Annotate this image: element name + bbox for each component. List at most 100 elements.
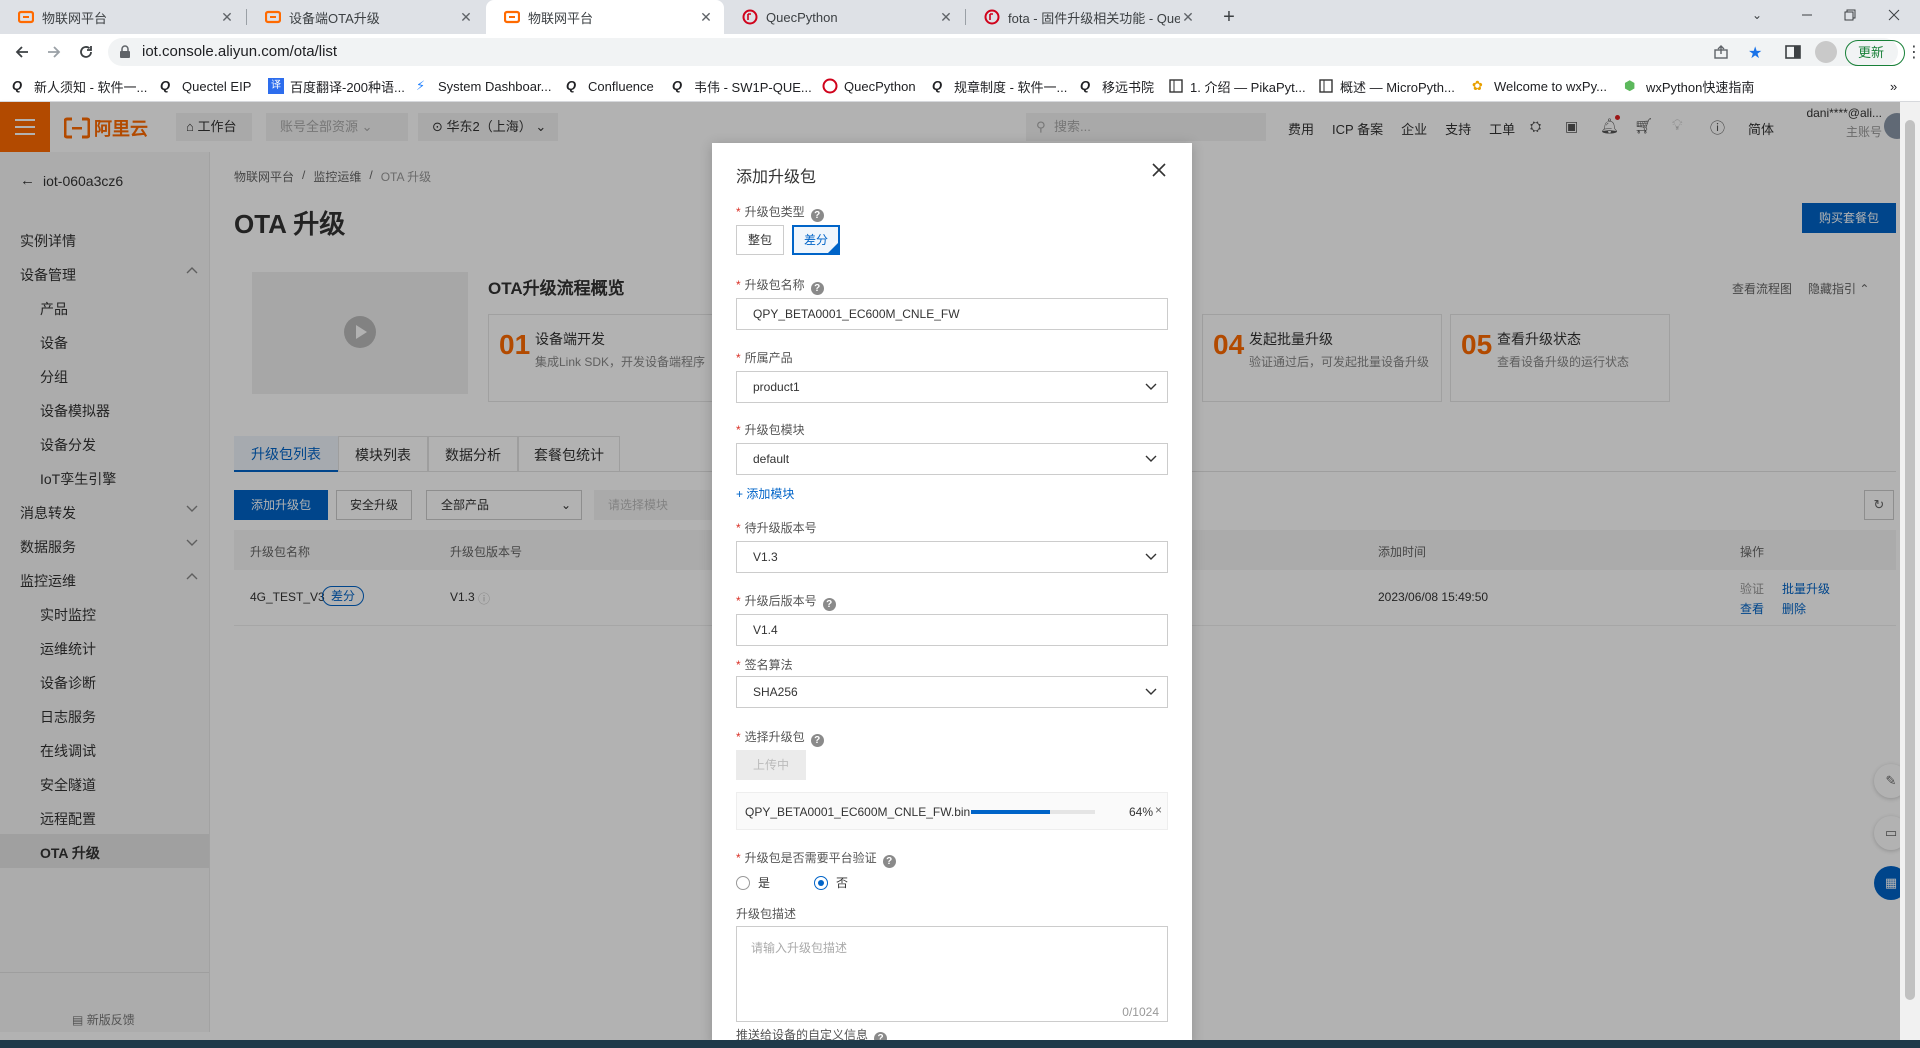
tab-search-icon[interactable]: ⌄ xyxy=(1752,8,1762,22)
target-version-value: V1.4 xyxy=(753,623,778,637)
bookmark-item[interactable]: Q Confluence xyxy=(566,77,654,95)
url-text[interactable]: iot.console.aliyun.com/ota/list xyxy=(142,43,337,60)
tab-title: 物联网平台 xyxy=(42,10,108,26)
upload-progress-fill xyxy=(971,810,1051,814)
module-select[interactable]: default xyxy=(736,443,1168,475)
quectel-q-icon: Q xyxy=(672,78,683,93)
back-icon[interactable] xyxy=(12,42,32,62)
scrollbar-thumb[interactable] xyxy=(1905,120,1915,1000)
bookmark-item[interactable]: QuecPython xyxy=(822,77,916,95)
bookmark-item[interactable]: ✿ Welcome to wxPy... xyxy=(1472,77,1607,95)
profile-avatar[interactable] xyxy=(1815,41,1837,63)
description-textarea[interactable]: 请输入升级包描述 0/1024 xyxy=(736,926,1168,1022)
bookmark-label: 百度翻译-200种语... xyxy=(290,79,405,95)
radio-label: 否 xyxy=(836,876,849,890)
field-label: * 所属产品 xyxy=(736,351,793,365)
browser-tabstrip: 物联网平台 ✕ 设备端OTA升级 ✕ 物联网平台 ✕ QuecPython ✕ … xyxy=(0,0,1920,34)
close-icon[interactable]: ✕ xyxy=(1180,9,1196,25)
close-icon[interactable]: ✕ xyxy=(698,9,714,25)
radio-checked-icon xyxy=(814,875,828,890)
bookmark-item[interactable]: 译百度翻译-200种语... xyxy=(268,77,405,95)
doc-icon xyxy=(1168,78,1184,94)
close-icon[interactable]: ✕ xyxy=(938,9,954,25)
add-module-link[interactable]: + 添加模块 xyxy=(736,485,794,502)
bookmark-item[interactable]: ⚡ System Dashboar... xyxy=(416,77,551,95)
product-select[interactable]: product1 xyxy=(736,371,1168,403)
bookmark-item[interactable]: Q 规章制度 - 软件一... xyxy=(932,77,1067,95)
browser-tab[interactable]: 设备端OTA升级 ✕ xyxy=(247,0,484,34)
quectel-q-icon: Q xyxy=(12,78,23,93)
bookmark-label: wxPython快速指南 xyxy=(1646,79,1755,95)
bookmark-label: 新人须知 - 软件一... xyxy=(34,79,148,95)
bookmark-item[interactable]: 概述 — MicroPyth... xyxy=(1318,77,1455,95)
bookmark-item[interactable]: Q 新人须知 - 软件一... xyxy=(12,77,147,95)
package-name-value: QPY_BETA0001_EC600M_CNLE_FW xyxy=(753,307,960,321)
pkg-type-diff-option[interactable]: 差分 ✓ xyxy=(792,225,840,255)
tab-title: 物联网平台 xyxy=(528,10,594,26)
address-bar[interactable]: iot.console.aliyun.com/ota/list ★ xyxy=(108,38,1898,66)
bookmark-star-icon[interactable]: ★ xyxy=(1748,43,1762,63)
quectel-icon xyxy=(984,9,1000,25)
checkmark-icon: ✓ xyxy=(831,239,838,248)
help-icon[interactable]: ? xyxy=(810,734,824,747)
sign-algorithm-select[interactable]: SHA256 xyxy=(736,676,1168,708)
help-icon[interactable]: ? xyxy=(810,209,824,222)
bookmarks-overflow-icon[interactable]: » xyxy=(1890,77,1897,95)
bookmark-label: Quectel EIP xyxy=(182,78,252,94)
quecpython-icon xyxy=(822,78,838,94)
source-version-select[interactable]: V1.3 xyxy=(736,541,1168,573)
jira-icon: ⚡ xyxy=(416,78,426,93)
package-name-input[interactable]: QPY_BETA0001_EC600M_CNLE_FW xyxy=(736,298,1168,330)
label-text: 升级包模块 xyxy=(744,423,805,437)
close-icon[interactable] xyxy=(1150,161,1168,179)
bookmark-item[interactable]: Q 移远书院 xyxy=(1080,77,1154,95)
sidepanel-icon[interactable] xyxy=(1784,43,1802,61)
new-tab-icon[interactable]: + xyxy=(1218,6,1240,28)
label-text: 选择升级包 xyxy=(744,730,805,744)
target-version-input[interactable]: V1.4 xyxy=(736,614,1168,646)
upload-file-name: QPY_BETA0001_EC600M_CNLE_FW.bin xyxy=(745,805,971,819)
minimize-icon[interactable] xyxy=(1797,5,1817,25)
bookmark-item[interactable]: Q 韦伟 - SW1P-QUE... xyxy=(672,77,812,95)
bookmark-item[interactable]: 1. 介绍 — PikaPyt... xyxy=(1168,77,1306,95)
field-label: * 选择升级包? xyxy=(736,728,824,747)
restore-icon[interactable] xyxy=(1840,5,1860,25)
forward-icon[interactable] xyxy=(44,42,64,62)
doc-icon xyxy=(1318,78,1334,94)
close-icon[interactable]: ✕ xyxy=(219,9,235,25)
share-icon[interactable] xyxy=(1713,44,1729,60)
quectel-q-icon: Q xyxy=(160,78,171,93)
upload-progress-text: 64% xyxy=(1129,805,1154,819)
field-label: * 升级包类型? xyxy=(736,203,824,222)
reload-icon[interactable] xyxy=(76,42,96,62)
module-value: default xyxy=(753,452,790,466)
page-scrollbar[interactable] xyxy=(1900,102,1920,1040)
browser-tab[interactable]: 物联网平台 ✕ xyxy=(0,0,245,34)
quectel-q-icon: Q xyxy=(932,78,943,93)
help-icon[interactable]: ? xyxy=(822,598,836,611)
close-icon[interactable]: ✕ xyxy=(458,9,474,25)
bookmark-label: 概述 — MicroPyth... xyxy=(1340,79,1455,95)
bookmark-label: 1. 介绍 — PikaPyt... xyxy=(1190,79,1306,95)
window-close-icon[interactable] xyxy=(1884,5,1904,25)
verify-yes-radio[interactable]: 是 xyxy=(736,874,770,891)
help-icon[interactable]: ? xyxy=(882,855,896,868)
aliyun-icon xyxy=(504,9,520,25)
label-text: 所属产品 xyxy=(744,351,793,365)
bookmark-label: System Dashboar... xyxy=(438,78,552,94)
update-button[interactable]: 更新 xyxy=(1845,40,1905,66)
bookmark-item[interactable]: ⬢ wxPython快速指南 xyxy=(1624,77,1754,95)
lock-icon[interactable] xyxy=(118,45,132,59)
help-icon[interactable]: ? xyxy=(810,282,824,295)
field-label: 升级包描述 xyxy=(736,905,796,922)
browser-tab[interactable]: QuecPython ✕ xyxy=(724,0,964,34)
update-label: 更新 xyxy=(1858,45,1885,60)
browser-tab[interactable]: fota - 固件升级相关功能 - Quec ✕ xyxy=(966,0,1206,34)
verify-no-radio[interactable]: 否 xyxy=(814,874,848,891)
menu-kebab-icon[interactable]: ⋮ xyxy=(1906,42,1920,62)
bookmark-item[interactable]: Q Quectel EIP xyxy=(160,77,251,95)
uploading-button[interactable]: 上传中 xyxy=(736,750,806,780)
browser-tab-active[interactable]: 物联网平台 ✕ xyxy=(486,0,724,34)
pkg-type-full-option[interactable]: 整包 xyxy=(736,225,784,255)
remove-file-icon[interactable]: × xyxy=(1155,803,1162,817)
